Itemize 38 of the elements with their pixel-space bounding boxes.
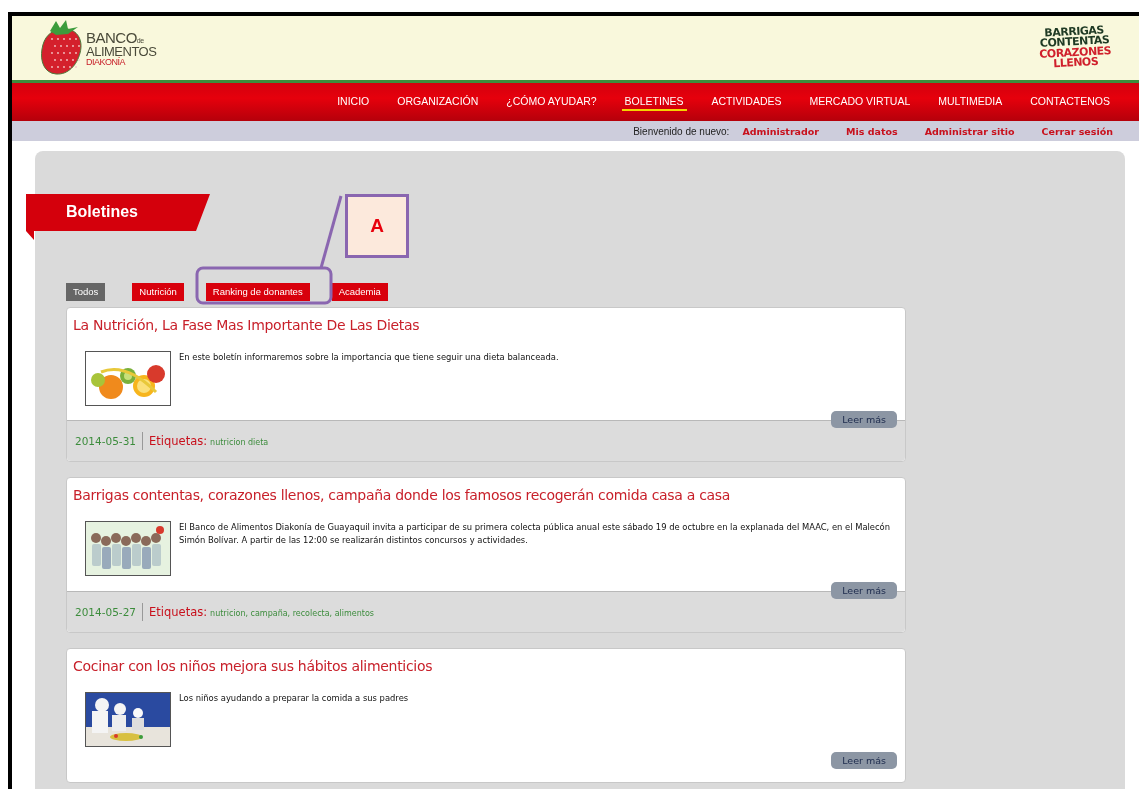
nav-link[interactable]: ¿CÓMO AYUDAR? <box>503 93 600 111</box>
nav-link[interactable]: BOLETINES <box>621 93 687 111</box>
read-more-button[interactable]: Leer más <box>831 582 897 599</box>
tag-link[interactable]: nutricion, campaña, recolecta, alimentos <box>210 609 374 618</box>
nav-link[interactable]: CONTACTENOS <box>1027 93 1113 111</box>
nav-link[interactable]: INICIO <box>334 93 373 111</box>
read-more-button[interactable]: Leer más <box>831 411 897 428</box>
post-summary: Los niños ayudando a preparar la comida a sus padres <box>179 692 409 705</box>
filter-tab[interactable]: Ranking de donantes <box>205 283 310 301</box>
post-summary: En este boletín informaremos sobre la importancia que tiene seguir una dieta balanceada. <box>179 351 559 364</box>
logo-text: DIAKONÍA <box>86 57 126 67</box>
campaign-logo-text: LLENOS <box>1053 57 1099 70</box>
tags-label: Etiquetas: <box>149 605 208 619</box>
user-link[interactable]: Mis datos <box>846 125 898 137</box>
post-date: 2014-05-27 <box>75 603 144 621</box>
nav-link[interactable]: ORGANIZACIÓN <box>394 93 482 111</box>
user-link[interactable]: Administrador <box>742 125 820 137</box>
read-more-button[interactable]: Leer más <box>831 752 897 769</box>
nav-link[interactable]: MERCADO VIRTUAL <box>806 93 914 111</box>
nav-link[interactable]: MULTIMEDIA <box>935 93 1006 111</box>
post-summary: El Banco de Alimentos Diakonía de Guayaquil invita a participar de su primera colecta pública anual este sábado 19 de octubre en la explanada del MAAC, en el Malecón Simón Bolívar. A partir de las 12:00 se realizarán distintos concursos y actividades. <box>179 521 892 547</box>
tags-label: Etiquetas: <box>149 434 208 448</box>
filter-tab[interactable]: Academia <box>331 283 388 301</box>
filter-tab[interactable]: Todos <box>66 283 106 301</box>
post-date: 2014-05-31 <box>75 432 144 450</box>
filter-tab[interactable]: Nutrición <box>132 283 184 301</box>
tag-link[interactable]: nutricion dieta <box>210 438 269 447</box>
strawberry-logo-icon <box>38 19 84 77</box>
welcome-text: Bienvenido de nuevo: <box>633 125 730 137</box>
post-title[interactable]: Barrigas contentas, corazones llenos, campaña donde los famosos recogerán comida casa a casa <box>67 478 905 509</box>
user-link[interactable]: Cerrar sesión <box>1041 125 1113 137</box>
post-title[interactable]: Cocinar con los niños mejora sus hábitos alimenticios <box>67 649 905 680</box>
callout-label: A <box>370 215 384 237</box>
section-title: Boletines <box>66 203 138 221</box>
post-title[interactable]: La Nutrición, La Fase Mas Importante De Las Dietas <box>67 308 905 339</box>
user-link[interactable]: Administrar sitio <box>924 125 1015 137</box>
logo-text: ALIMENTOS <box>86 44 157 58</box>
nav-link[interactable]: ACTIVIDADES <box>708 93 785 111</box>
